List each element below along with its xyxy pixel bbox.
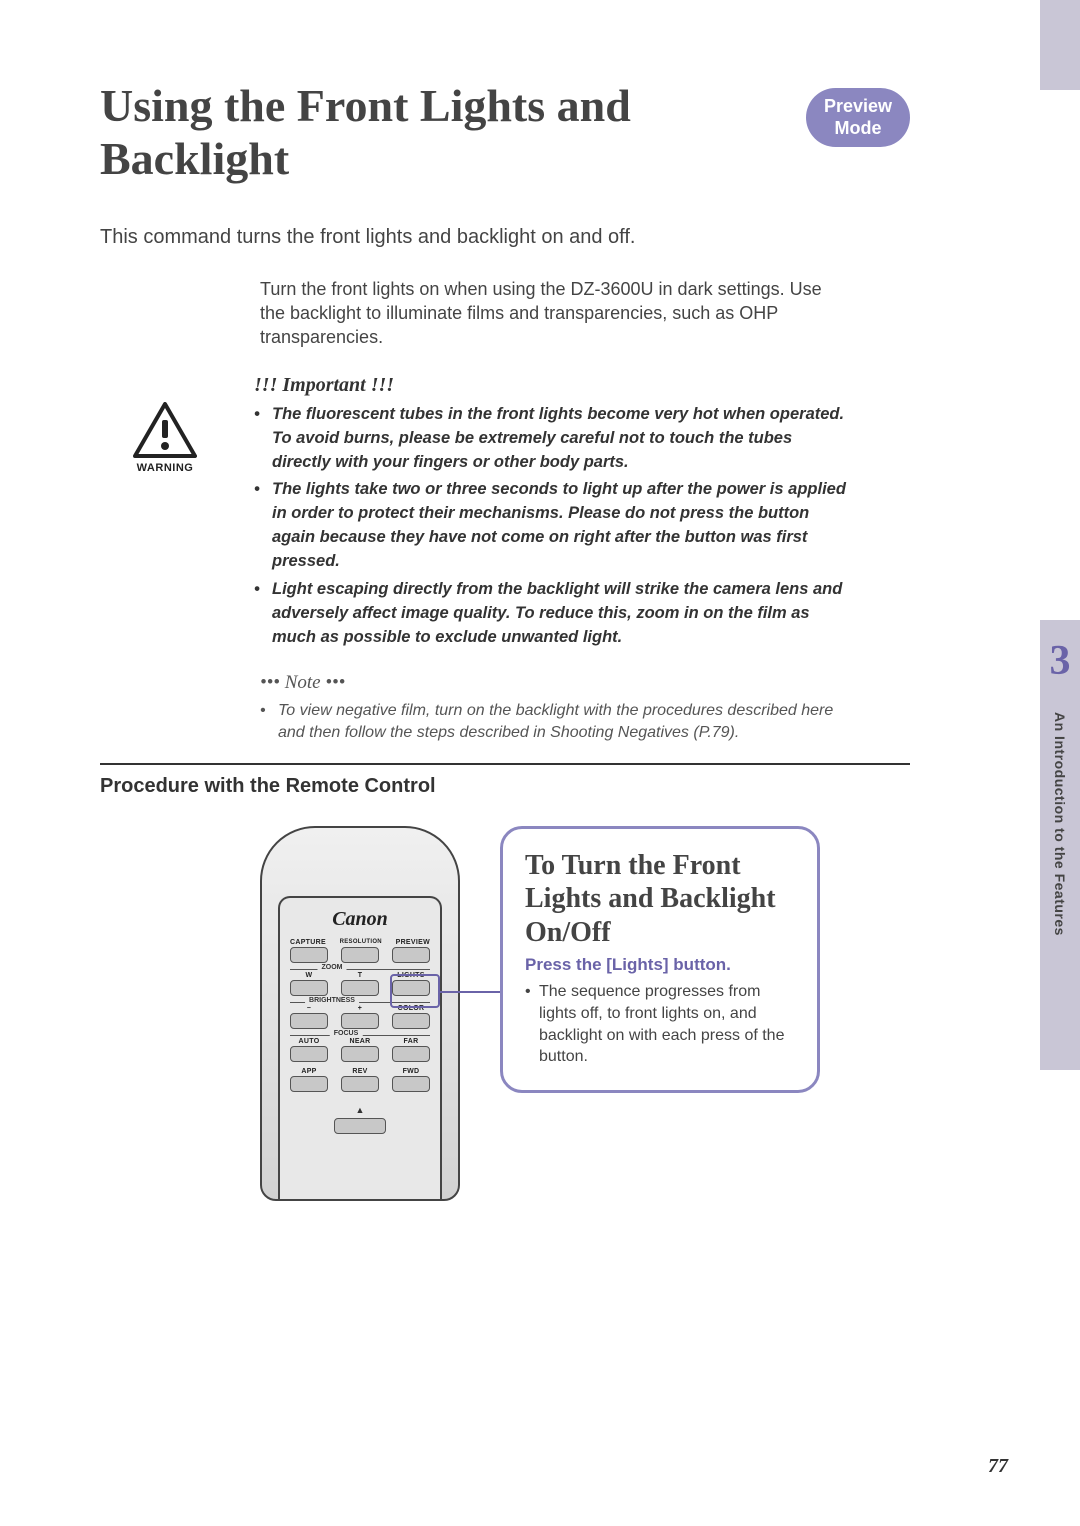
capture-button: [290, 947, 328, 963]
top-corner-tab: [1040, 0, 1080, 90]
color-label: COLOR: [392, 1005, 430, 1012]
callout-subtitle: Press the [Lights] button.: [525, 955, 795, 975]
important-item: The lights take two or three seconds to …: [254, 478, 854, 574]
rev-button: [341, 1076, 379, 1092]
important-item: Light escaping directly from the backlig…: [254, 578, 854, 650]
color-button: [392, 1013, 430, 1029]
warning-label: WARNING: [137, 462, 194, 474]
focus-near-label: NEAR: [341, 1038, 379, 1045]
rev-label: REV: [341, 1068, 379, 1075]
note-heading: ••• Note •••: [260, 672, 860, 694]
focus-far-label: FAR: [392, 1038, 430, 1045]
up-button: [334, 1118, 386, 1134]
zoom-t-label: T: [341, 972, 379, 979]
remote-illustration: Canon CAPTURE RESOLUTION PREVIEW ZOOM: [260, 826, 460, 1201]
resolution-button: [341, 947, 379, 963]
fwd-label: FWD: [392, 1068, 430, 1075]
brightness-minus-label: −: [290, 1005, 328, 1012]
callout-box: To Turn the Front Lights and Backlight O…: [500, 826, 820, 1093]
page-number: 77: [988, 1455, 1008, 1478]
zoom-w-label: W: [290, 972, 328, 979]
app-label: APP: [290, 1068, 328, 1075]
focus-far-button: [392, 1046, 430, 1062]
note-list: To view negative film, turn on the backl…: [260, 700, 860, 745]
callout-title: To Turn the Front Lights and Backlight O…: [525, 849, 795, 950]
important-heading: !!! Important !!!: [254, 374, 854, 397]
remote-brand: Canon: [290, 908, 430, 931]
warning-triangle-icon: [133, 402, 197, 458]
intro-line-2: Turn the front lights on when using the …: [260, 277, 850, 350]
zoom-w-button: [290, 980, 328, 996]
important-list: The fluorescent tubes in the front light…: [254, 403, 854, 650]
brightness-plus-label: +: [341, 1005, 379, 1012]
brightness-group-label: BRIGHTNESS: [305, 997, 359, 1004]
leader-line: [440, 991, 500, 993]
chapter-title: An Introduction to the Features: [1052, 712, 1068, 936]
remote-label-capture: CAPTURE: [290, 939, 326, 946]
lights-label: LIGHTS: [392, 972, 430, 979]
brightness-plus-button: [341, 1013, 379, 1029]
remote-label-preview: PREVIEW: [396, 939, 430, 946]
remote-label-resolution: RESOLUTION: [340, 939, 382, 946]
chapter-side-tab: 3 An Introduction to the Features: [1040, 620, 1080, 1070]
preview-button: [392, 947, 430, 963]
note-item: To view negative film, turn on the backl…: [260, 700, 860, 745]
focus-near-button: [341, 1046, 379, 1062]
intro-line-1: This command turns the front lights and …: [100, 226, 910, 249]
section-divider: [100, 763, 910, 765]
page-title: Using the Front Lights and Backlight: [100, 80, 680, 186]
app-button: [290, 1076, 328, 1092]
fwd-button: [392, 1076, 430, 1092]
focus-auto-button: [290, 1046, 328, 1062]
chapter-number: 3: [1050, 640, 1071, 682]
procedure-heading: Procedure with the Remote Control: [100, 775, 910, 798]
lights-button: [392, 980, 430, 996]
zoom-group-label: ZOOM: [318, 964, 347, 971]
preview-mode-badge: Preview Mode: [806, 88, 910, 147]
focus-group-label: FOCUS: [330, 1030, 363, 1037]
important-item: The fluorescent tubes in the front light…: [254, 403, 854, 475]
callout-body: The sequence progresses from lights off,…: [525, 981, 795, 1067]
warning-icon-column: WARNING: [100, 402, 230, 474]
zoom-t-button: [341, 980, 379, 996]
focus-auto-label: AUTO: [290, 1038, 328, 1045]
up-arrow-icon: ▲: [356, 1105, 365, 1115]
brightness-minus-button: [290, 1013, 328, 1029]
